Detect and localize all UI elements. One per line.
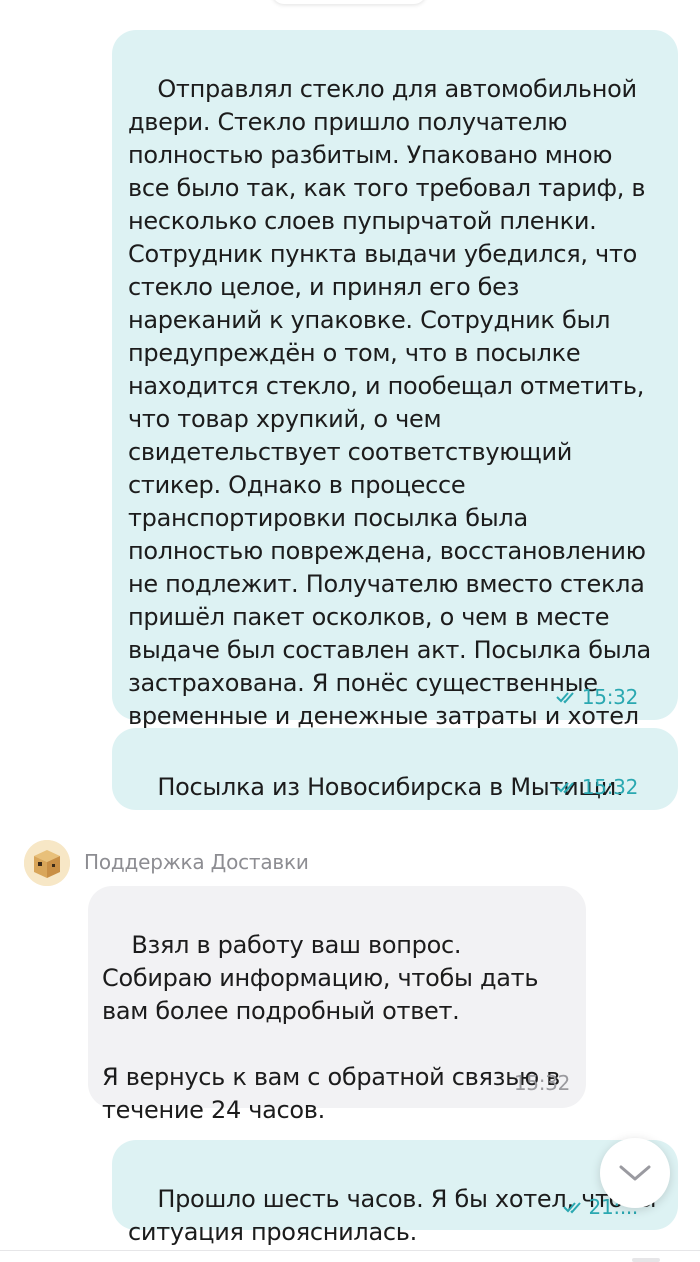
date-pill <box>272 0 426 4</box>
double-check-icon <box>556 692 574 704</box>
chat-view: Отправлял стекло для автомобильной двери… <box>0 0 700 1262</box>
message-meta: 15:32 <box>556 686 638 708</box>
divider <box>0 1250 700 1251</box>
message-meta: 15:32 <box>514 1072 570 1094</box>
message-text: Взял в работу ваш вопрос. Собираю информ… <box>102 931 561 1124</box>
incoming-message[interactable]: Взял в работу ваш вопрос. Собираю информ… <box>88 886 586 1124</box>
outgoing-message[interactable]: Посылка из Новосибирска в Мытищи. 15:32 <box>112 728 678 810</box>
message-time: 15:32 <box>513 1071 570 1095</box>
delivery-box-avatar[interactable] <box>24 840 70 886</box>
sender-row <box>24 840 70 886</box>
input-handle <box>632 1258 660 1262</box>
sender-name: Поддержка Доставки <box>84 850 309 874</box>
double-check-icon <box>562 1202 581 1214</box>
box-icon <box>24 840 70 886</box>
scroll-down-button[interactable] <box>600 1138 670 1208</box>
message-time: 15:32 <box>581 685 638 709</box>
outgoing-message[interactable]: Отправлял стекло для автомобильной двери… <box>112 30 678 796</box>
double-check-icon <box>556 782 574 794</box>
message-time: 15:32 <box>581 775 638 799</box>
message-meta: 15:32 <box>556 776 638 798</box>
chevron-down-icon <box>619 1165 651 1181</box>
message-text: Посылка из Новосибирска в Мытищи. <box>157 773 624 801</box>
outgoing-message[interactable]: Прошло шесть часов. Я бы хотел, чтобы си… <box>112 1140 678 1246</box>
